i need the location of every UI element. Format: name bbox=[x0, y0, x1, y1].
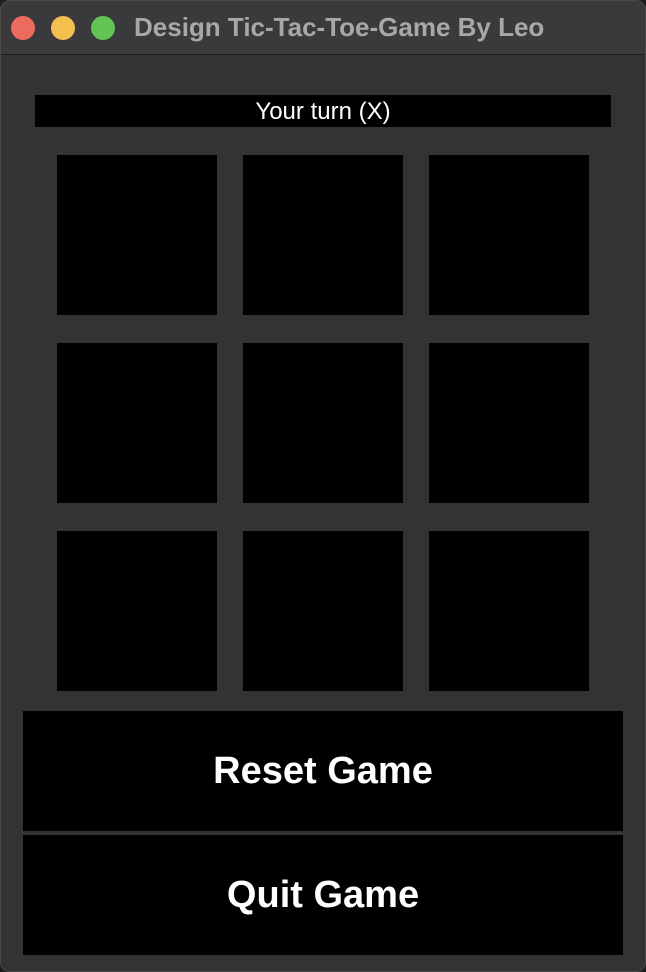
app-window: Design Tic-Tac-Toe-Game By Leo Your turn… bbox=[0, 0, 646, 972]
minimize-window-button[interactable] bbox=[51, 16, 75, 40]
board-cell-3[interactable] bbox=[429, 155, 589, 315]
turn-status: Your turn (X) bbox=[35, 95, 611, 127]
board-cell-6[interactable] bbox=[429, 343, 589, 503]
reset-game-button[interactable]: Reset Game bbox=[23, 711, 623, 831]
quit-game-button[interactable]: Quit Game bbox=[23, 835, 623, 955]
board-cell-7[interactable] bbox=[57, 531, 217, 691]
board-cell-4[interactable] bbox=[57, 343, 217, 503]
board-cell-8[interactable] bbox=[243, 531, 403, 691]
window-title: Design Tic-Tac-Toe-Game By Leo bbox=[134, 12, 545, 42]
close-window-button[interactable] bbox=[11, 16, 35, 40]
title-bar: Design Tic-Tac-Toe-Game By Leo bbox=[1, 1, 645, 55]
board-cell-1[interactable] bbox=[57, 155, 217, 315]
board-cell-9[interactable] bbox=[429, 531, 589, 691]
zoom-window-button[interactable] bbox=[91, 16, 115, 40]
board-cell-2[interactable] bbox=[243, 155, 403, 315]
board-cell-5[interactable] bbox=[243, 343, 403, 503]
